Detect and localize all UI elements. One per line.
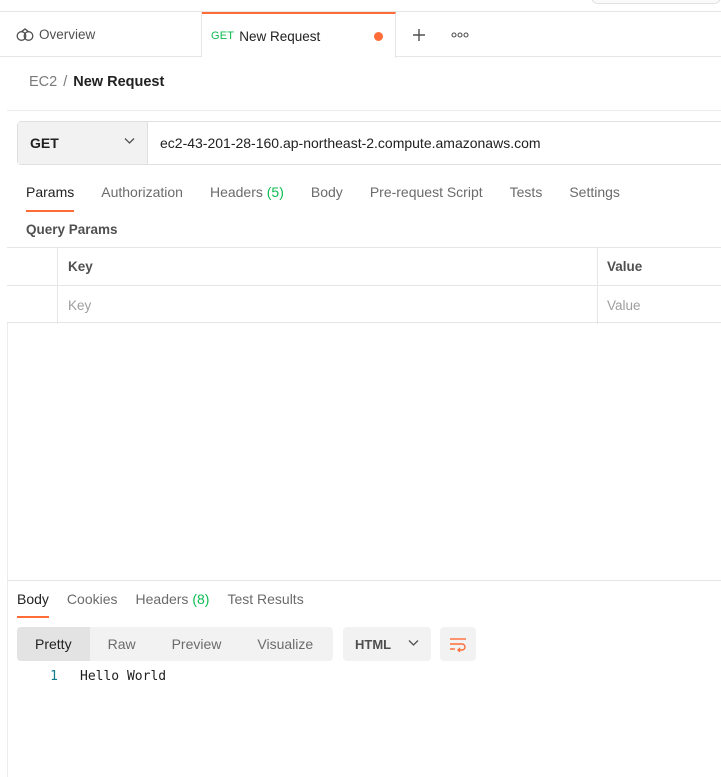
response-tab-test-results-label: Test Results — [227, 591, 304, 607]
tab-headers[interactable]: Headers (5) — [210, 184, 284, 210]
query-params-table: Key Value Key Value — [7, 247, 721, 324]
view-raw-button[interactable]: Raw — [90, 627, 154, 661]
breadcrumb-collection[interactable]: EC2 — [29, 74, 57, 90]
postman-window: Overview GET New Request EC2 / New Reque… — [0, 0, 721, 777]
method-dropdown[interactable]: GET — [18, 122, 148, 164]
format-dropdown[interactable]: HTML — [343, 627, 431, 661]
view-pretty-button[interactable]: Pretty — [17, 627, 90, 661]
tab-settings-label: Settings — [569, 184, 620, 200]
tab-params-label: Params — [26, 184, 75, 200]
response-tab-test-results[interactable]: Test Results — [227, 591, 303, 617]
response-tab-cookies[interactable]: Cookies — [67, 591, 118, 617]
tab-tests-label: Tests — [509, 184, 543, 200]
query-params-title: Query Params — [26, 222, 118, 237]
url-bar: GET ec2-43-201-28-160.ap-northeast-2.com… — [17, 121, 721, 165]
tab-overview-label: Overview — [39, 27, 96, 42]
view-visualize-button[interactable]: Visualize — [239, 627, 331, 661]
chevron-down-icon — [124, 138, 135, 144]
new-tab-button[interactable] — [404, 12, 434, 57]
tab-authorization[interactable]: Authorization — [101, 184, 183, 210]
response-tab-headers-label: Headers — [135, 591, 189, 607]
overview-icon — [16, 27, 34, 41]
response-pane-divider[interactable] — [7, 580, 721, 581]
unsaved-indicator-icon — [374, 32, 383, 41]
header-divider — [7, 110, 721, 111]
top-search-pill[interactable] — [591, 0, 721, 4]
tab-method-badge: GET — [211, 30, 235, 42]
value-column-header: Value — [607, 259, 643, 274]
tab-body-label: Body — [310, 184, 343, 200]
more-icon — [451, 31, 469, 38]
tab-prerequest-script[interactable]: Pre-request Script — [370, 184, 483, 210]
table-row: Key Value — [7, 286, 721, 324]
key-column-header: Key — [58, 248, 598, 285]
value-input[interactable]: Value — [598, 286, 721, 324]
response-code-line: 1 Hello World — [0, 669, 166, 689]
url-value: ec2-43-201-28-160.ap-northeast-2.compute… — [160, 135, 541, 151]
tab-bar: Overview GET New Request — [0, 12, 721, 58]
chevron-down-icon — [408, 640, 419, 646]
left-panel-border — [7, 323, 8, 777]
request-tabs: Params Authorization Headers (5) Body Pr… — [26, 184, 647, 212]
wrap-lines-icon — [450, 638, 466, 652]
top-strip — [0, 0, 721, 12]
response-headers-count-badge: (8) — [192, 591, 210, 607]
response-body-text: Hello World — [80, 669, 167, 684]
method-value: GET — [30, 135, 59, 151]
more-tabs-button[interactable] — [446, 12, 474, 57]
checkbox-column-header — [7, 248, 58, 285]
tab-params[interactable]: Params — [26, 184, 75, 212]
tab-authorization-label: Authorization — [101, 184, 183, 200]
breadcrumb-request-name[interactable]: New Request — [73, 74, 164, 90]
breadcrumb-separator: / — [63, 74, 68, 90]
tab-new-request-label: New Request — [239, 28, 321, 44]
response-tab-cookies-label: Cookies — [66, 591, 118, 607]
wrap-lines-button[interactable] — [440, 627, 476, 661]
tab-prerequest-label: Pre-request Script — [369, 184, 483, 200]
format-value: HTML — [355, 636, 392, 652]
breadcrumb: EC2 / New Request — [29, 74, 164, 90]
tab-body[interactable]: Body — [311, 184, 343, 210]
key-input[interactable]: Key — [58, 286, 598, 324]
table-header-row: Key Value — [7, 248, 721, 286]
plus-icon — [413, 28, 425, 41]
url-input[interactable]: ec2-43-201-28-160.ap-northeast-2.compute… — [148, 122, 721, 164]
line-number: 1 — [50, 669, 58, 684]
tab-tests[interactable]: Tests — [510, 184, 543, 210]
tab-headers-label: Headers — [209, 184, 263, 200]
response-tabs: Body Cookies Headers (8) Test Results — [17, 591, 322, 618]
tab-new-request[interactable]: GET New Request — [202, 12, 396, 58]
row-checkbox-cell[interactable] — [7, 286, 58, 324]
tab-settings[interactable]: Settings — [569, 184, 620, 210]
response-tab-headers[interactable]: Headers (8) — [136, 591, 210, 617]
response-tab-body-label: Body — [17, 591, 49, 607]
headers-count-badge: (5) — [266, 184, 284, 200]
view-preview-button[interactable]: Preview — [154, 627, 240, 661]
tab-overview[interactable]: Overview — [0, 12, 202, 57]
view-mode-group: Pretty Raw Preview Visualize — [17, 627, 333, 661]
response-tab-body[interactable]: Body — [17, 591, 49, 618]
